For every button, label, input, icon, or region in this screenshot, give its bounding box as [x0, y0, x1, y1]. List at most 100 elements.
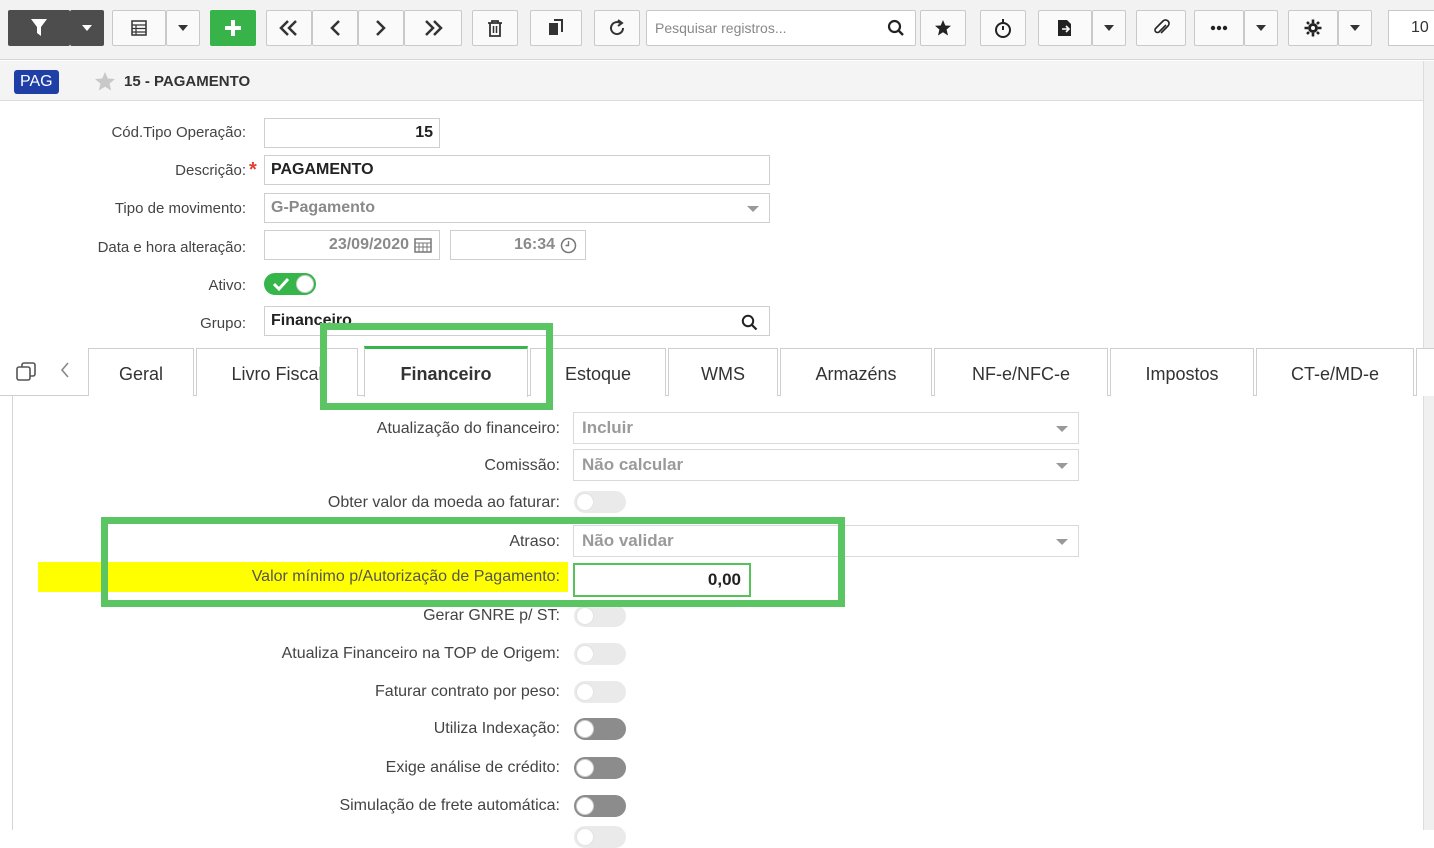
atualizacao-financeiro-select[interactable]: Incluir: [573, 412, 1079, 444]
tab-livro-fiscal[interactable]: Livro Fiscal: [196, 348, 358, 396]
calendar-icon[interactable]: [414, 237, 432, 258]
first-icon: [279, 20, 297, 36]
cod-tipo-operacao-field[interactable]: 15: [264, 118, 440, 148]
scrollbar[interactable]: [1423, 61, 1434, 830]
cod-tipo-operacao-label: Cód.Tipo Operação:: [111, 124, 246, 141]
last-record-button[interactable]: [404, 10, 462, 46]
first-record-button[interactable]: [266, 10, 312, 46]
data-hora-label: Data e hora alteração:: [97, 239, 246, 256]
settings-dropdown[interactable]: [1338, 10, 1372, 46]
simulacao-frete-label: Simulação de frete automática:: [339, 797, 560, 814]
star-icon[interactable]: [94, 71, 116, 96]
gerar-gnre-toggle[interactable]: [574, 605, 626, 627]
timer-icon: [995, 19, 1011, 38]
descricao-label: Descrição:: [175, 162, 246, 179]
hora-value: 16:34: [514, 236, 555, 253]
previous-record-button[interactable]: [312, 10, 358, 46]
valor-minimo-autorizacao-input[interactable]: 0,00: [573, 563, 751, 597]
next-icon: [376, 20, 386, 36]
atualizacao-financeiro-label: Atualização do financeiro:: [376, 420, 560, 437]
export-button[interactable]: [1038, 10, 1092, 46]
caret-down-icon: [1056, 426, 1068, 432]
atualiza-financeiro-top-toggle[interactable]: [574, 643, 626, 665]
caret-down-icon: [1056, 539, 1068, 545]
simulacao-frete-toggle[interactable]: [574, 795, 626, 817]
tab-financeiro[interactable]: Financeiro: [364, 346, 528, 397]
toolbar: 10: [0, 0, 1434, 60]
obter-valor-moeda-toggle[interactable]: [574, 491, 626, 513]
tab-impostos[interactable]: Impostos: [1110, 348, 1254, 396]
check-icon: [273, 277, 289, 291]
exige-analise-credito-toggle[interactable]: [574, 757, 626, 779]
atraso-value: Não validar: [582, 531, 674, 550]
chevron-down-icon: [178, 25, 188, 31]
attachment-button[interactable]: [1136, 10, 1186, 46]
clock-icon[interactable]: [560, 237, 577, 259]
export-dropdown[interactable]: [1092, 10, 1126, 46]
data-value: 23/09/2020: [328, 236, 409, 253]
caret-down-icon: [1056, 463, 1068, 469]
descricao-field[interactable]: PAGAMENTO: [264, 155, 770, 185]
refresh-button[interactable]: [594, 10, 640, 46]
more-button[interactable]: [1194, 10, 1244, 46]
duplicate-button[interactable]: [530, 10, 582, 46]
comissao-select[interactable]: Não calcular: [573, 449, 1079, 481]
tab-armazens[interactable]: Armazéns: [780, 348, 932, 396]
copy-icon: [549, 19, 563, 35]
ativo-label: Ativo:: [208, 277, 246, 294]
faturar-contrato-peso-label: Faturar contrato por peso:: [375, 683, 560, 700]
tab-bar: Geral Livro Fiscal Financeiro Estoque WM…: [0, 346, 1434, 397]
export-icon: [1058, 20, 1071, 36]
search-box: [646, 10, 916, 46]
more-icon: [1210, 25, 1228, 31]
page-size-select[interactable]: 10: [1388, 10, 1434, 46]
grid-view-dropdown[interactable]: [166, 10, 200, 46]
next-record-button[interactable]: [358, 10, 404, 46]
timer-button[interactable]: [980, 10, 1026, 46]
plus-icon: [225, 20, 241, 36]
tipo-movimento-label: Tipo de movimento:: [114, 200, 246, 217]
tab-more[interactable]: [1416, 348, 1434, 396]
settings-button[interactable]: [1288, 10, 1338, 46]
faturar-contrato-peso-toggle[interactable]: [574, 681, 626, 703]
tipo-movimento-select[interactable]: G-Pagamento: [264, 193, 770, 223]
delete-button[interactable]: [472, 10, 518, 46]
prev-icon: [330, 20, 340, 36]
favorite-button[interactable]: [920, 10, 966, 46]
required-marker: *: [249, 159, 257, 181]
tab-cte-mde[interactable]: CT-e/MD-e: [1256, 348, 1414, 396]
filter-dropdown-button[interactable]: [70, 10, 104, 46]
title-bar: PAG 15 - PAGAMENTO: [0, 61, 1434, 101]
grupo-field[interactable]: Financeiro: [264, 306, 770, 336]
atualizacao-financeiro-value: Incluir: [582, 418, 634, 437]
exige-analise-credito-label: Exige análise de crédito:: [385, 759, 560, 776]
grid-view-button[interactable]: [112, 10, 166, 46]
gerar-gnre-label: Gerar GNRE p/ ST:: [423, 607, 560, 624]
tab-wms[interactable]: WMS: [668, 348, 778, 396]
tab-geral[interactable]: Geral: [88, 348, 194, 396]
refresh-icon: [610, 19, 625, 36]
search-icon[interactable]: [741, 313, 758, 341]
gear-icon: [1304, 19, 1322, 37]
next-toggle[interactable]: [574, 826, 626, 848]
filter-button[interactable]: [8, 10, 70, 46]
more-dropdown[interactable]: [1244, 10, 1278, 46]
search-icon[interactable]: [887, 19, 905, 42]
chevron-down-icon: [1350, 25, 1360, 31]
tab-estoque[interactable]: Estoque: [530, 348, 666, 396]
ativo-toggle[interactable]: [264, 273, 316, 295]
tab-nfe-nfce[interactable]: NF-e/NFC-e: [934, 348, 1108, 396]
valor-minimo-autorizacao-label: Valor mínimo p/Autorização de Pagamento:: [251, 568, 560, 585]
atraso-select[interactable]: Não validar: [573, 525, 1079, 557]
utiliza-indexacao-toggle[interactable]: [574, 718, 626, 740]
utiliza-indexacao-label: Utiliza Indexação:: [433, 720, 560, 737]
paperclip-icon: [1154, 19, 1170, 34]
chevron-down-icon: [1256, 25, 1266, 31]
caret-down-icon: [747, 206, 759, 212]
star-icon: [935, 20, 951, 36]
add-button[interactable]: [210, 10, 256, 46]
search-input[interactable]: [653, 18, 873, 38]
atualiza-financeiro-top-label: Atualiza Financeiro na TOP de Origem:: [281, 645, 560, 662]
chevron-down-icon: [1104, 25, 1114, 31]
atraso-label: Atraso:: [509, 533, 560, 550]
